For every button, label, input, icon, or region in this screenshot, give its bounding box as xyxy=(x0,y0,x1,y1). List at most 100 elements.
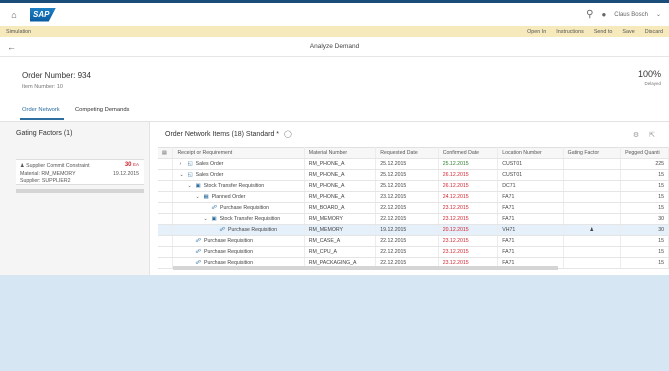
row-requested: 25.12.2015 xyxy=(375,169,439,181)
constraint-supplier: Supplier: SUPPLIER2 xyxy=(20,178,71,184)
row-material: RM_MEMORY xyxy=(304,213,377,225)
table-horizontal-scrollbar[interactable] xyxy=(173,266,558,270)
user-name[interactable]: Claus Bosch xyxy=(614,12,648,18)
gating-factor-icon[interactable]: ♟ xyxy=(563,224,622,236)
row-location: FA71 xyxy=(497,191,564,203)
table-row[interactable]: ☍ Purchase Requisition RM_CPU_A 22.12.201… xyxy=(158,246,669,258)
factory-icon: ▦ xyxy=(203,194,209,200)
table-row[interactable]: ⌄ ◱ Sales Order RM_PHONE_A 25.12.2015 26.1… xyxy=(158,169,669,181)
table-row[interactable]: ☍ Purchase Requisition RM_CASE_A 22.12.20… xyxy=(158,235,669,247)
table-row[interactable]: ⌄ ▦ Planned Order RM_PHONE_A 23.12.2015 24… xyxy=(158,191,669,203)
col-header-receipt[interactable]: Receipt or Requirement xyxy=(172,147,305,159)
content-area: Gating Factors (1) ♟ Supplier Commit Con… xyxy=(0,122,669,275)
row-name[interactable]: Stock Transfer Requisition xyxy=(204,183,265,189)
row-location: FA71 xyxy=(497,246,564,258)
table-header-row: ▤ Receipt or Requirement Material Number… xyxy=(158,147,669,159)
row-location: DC71 xyxy=(497,180,564,192)
row-qty: 15 xyxy=(620,169,669,181)
discard-button[interactable]: Discard xyxy=(645,29,663,35)
gating-factor-card[interactable]: ♟ Supplier Commit Constraint 30 EA Mater… xyxy=(16,159,144,185)
chevron-down-icon[interactable]: ⌄ xyxy=(179,172,184,178)
row-confirmed: 23.12.2015 xyxy=(438,213,499,225)
row-gating xyxy=(563,213,622,225)
sap-logo[interactable]: SAP xyxy=(30,7,56,22)
table-row[interactable]: ☍ Purchase Requisition RM_BOARD_A 22.12.2… xyxy=(158,202,669,214)
row-name[interactable]: Stock Transfer Requisition xyxy=(220,216,281,222)
cart-icon: ☍ xyxy=(195,238,202,244)
row-gating xyxy=(563,235,622,247)
row-name[interactable]: Purchase Requisition xyxy=(204,249,253,255)
row-gating xyxy=(563,191,622,203)
row-name[interactable]: Sales Order xyxy=(196,172,224,178)
delay-percent: 100% xyxy=(637,69,661,79)
table-row[interactable]: ⌄ ▣ Stock Transfer Requisition RM_MEMORY 2… xyxy=(158,213,669,225)
col-header-pegged[interactable]: Pegged Quanti xyxy=(620,147,669,159)
chevron-right-icon[interactable]: › xyxy=(179,161,184,167)
chevron-down-icon[interactable]: ⌄ xyxy=(195,194,200,200)
row-qty: 15 xyxy=(620,257,669,269)
row-qty: 15 xyxy=(620,246,669,258)
select-all-icon[interactable]: ▤ xyxy=(158,147,174,159)
row-requested: 22.12.2015 xyxy=(375,235,439,247)
row-requested: 23.12.2015 xyxy=(375,191,439,203)
table-variant[interactable]: Standard * xyxy=(246,131,279,138)
table-toolbar: ⚙ ⇱ xyxy=(633,131,655,139)
sales-order-icon: ◱ xyxy=(187,172,193,178)
row-name[interactable]: Purchase Requisition xyxy=(228,227,277,233)
truck-icon: ▣ xyxy=(195,183,201,189)
send-to-button[interactable]: Send to xyxy=(594,29,613,35)
order-network-pane: Order Network Items (18) Standard * ◯ ⚙ … xyxy=(150,122,669,275)
chevron-down-icon[interactable]: ⌄ xyxy=(187,183,192,189)
constraint-label: Supplier Commit Constraint xyxy=(26,163,90,169)
tab-competing-demands[interactable]: Competing Demands xyxy=(75,107,129,113)
row-gating xyxy=(563,169,622,181)
tab-order-network[interactable]: Order Network xyxy=(22,107,60,113)
settings-icon[interactable]: ⚙ xyxy=(633,131,639,139)
row-name[interactable]: Purchase Requisition xyxy=(204,238,253,244)
row-qty: 15 xyxy=(620,235,669,247)
col-header-requested[interactable]: Requested Date xyxy=(375,147,439,159)
sales-order-icon: ◱ xyxy=(187,161,193,167)
row-requested: 25.12.2015 xyxy=(375,180,439,192)
col-header-confirmed[interactable]: Confirmed Date xyxy=(438,147,499,159)
row-gating xyxy=(563,257,622,269)
row-requested: 22.12.2015 xyxy=(375,246,439,258)
row-name[interactable]: Planned Order xyxy=(212,194,246,200)
row-confirmed: 24.12.2015 xyxy=(438,191,499,203)
home-icon[interactable]: ⌂ xyxy=(8,9,20,21)
user-icon[interactable]: ● xyxy=(601,10,606,19)
row-name[interactable]: Sales Order xyxy=(196,161,224,167)
variant-settings-icon[interactable]: ◯ xyxy=(284,131,292,138)
row-location: FA71 xyxy=(497,202,564,214)
row-location: VH71 xyxy=(497,224,564,236)
row-material: RM_PHONE_A xyxy=(304,158,377,170)
simulation-bar: Simulation Open In Instructions Send to … xyxy=(0,26,669,37)
chevron-down-icon[interactable]: ⌄ xyxy=(656,11,661,18)
row-confirmed: 23.12.2015 xyxy=(438,202,499,214)
instructions-button[interactable]: Instructions xyxy=(556,29,584,35)
save-button[interactable]: Save xyxy=(622,29,634,35)
chevron-down-icon[interactable]: ⌄ xyxy=(203,216,208,222)
shell-right: ⚲ ● Claus Bosch ⌄ xyxy=(586,9,661,20)
col-header-location[interactable]: Location Number xyxy=(497,147,564,159)
row-location: FA71 xyxy=(497,235,564,247)
row-gating xyxy=(563,180,622,192)
back-arrow-icon[interactable]: ← xyxy=(7,42,16,52)
row-name[interactable]: Purchase Requisition xyxy=(220,205,269,211)
table-row[interactable]: › ◱ Sales Order RM_PHONE_A 25.12.2015 25.1… xyxy=(158,158,669,170)
active-tab-indicator xyxy=(20,118,64,120)
row-material: RM_PHONE_A xyxy=(304,169,377,181)
fullscreen-icon[interactable]: ⇱ xyxy=(649,131,655,139)
gating-scrollbar[interactable] xyxy=(16,189,144,193)
simulation-label: Simulation xyxy=(6,28,32,35)
search-icon[interactable]: ⚲ xyxy=(586,9,593,20)
col-header-gating[interactable]: Gating Factor xyxy=(563,147,622,159)
col-header-material[interactable]: Material Number xyxy=(304,147,377,159)
table-row-selected[interactable]: ☍ Purchase Requisition RM_MEMORY 19.12.20… xyxy=(158,224,669,236)
row-location: CUST01 xyxy=(497,169,564,181)
row-confirmed: 20.12.2015 xyxy=(438,224,499,236)
cart-icon: ☍ xyxy=(211,205,218,211)
open-in-button[interactable]: Open In xyxy=(527,29,546,35)
row-requested: 25.12.2015 xyxy=(375,158,439,170)
table-row[interactable]: ⌄ ▣ Stock Transfer Requisition RM_PHONE_A … xyxy=(158,180,669,192)
